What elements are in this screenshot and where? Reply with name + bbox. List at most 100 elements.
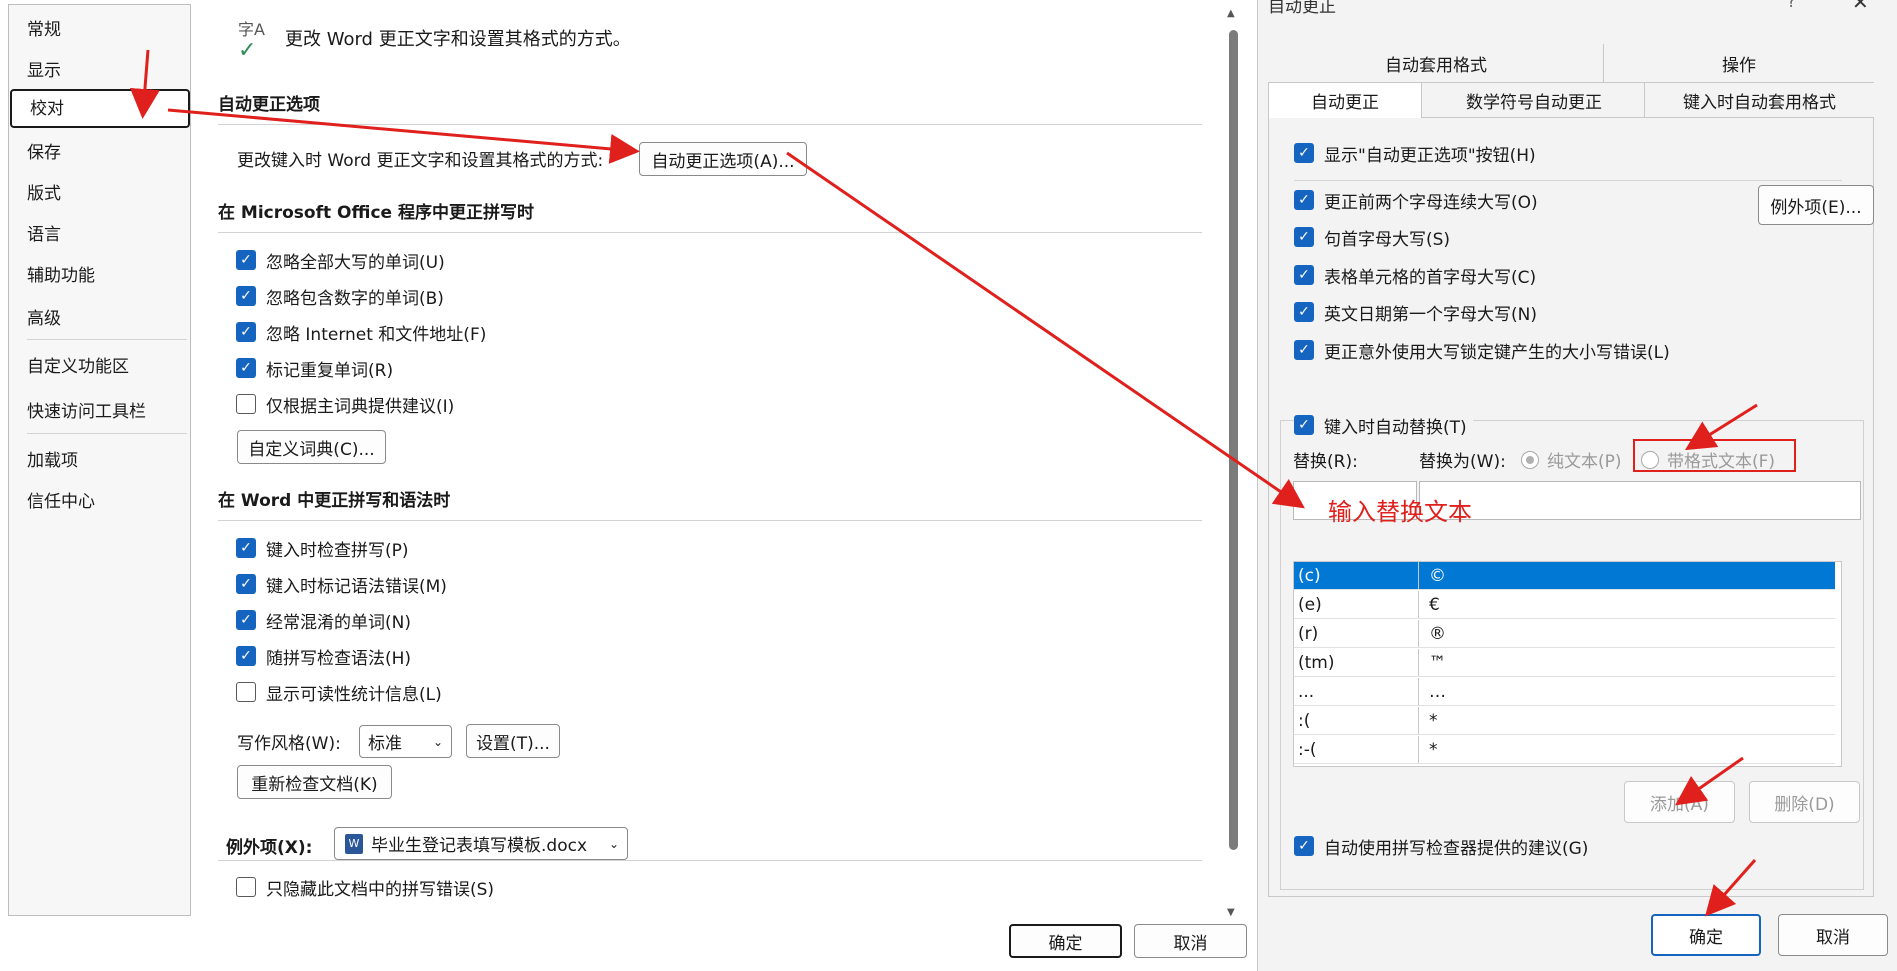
checkbox-replace-as-you-type[interactable]: ✓ 键入时自动替换(T) (1294, 413, 1473, 438)
dialog-title: 自动更正 (1268, 0, 1336, 17)
tab-autoformat[interactable]: 自动套用格式 (1270, 44, 1602, 82)
checkbox-main-dictionary-only[interactable]: 仅根据主词典提供建议(I) (236, 392, 454, 417)
writing-style-select[interactable]: 标准 ⌄ (359, 725, 452, 758)
table-row[interactable]: :(* (1294, 707, 1835, 735)
table-row[interactable]: :-(* (1294, 736, 1835, 764)
nav-item-proofing[interactable]: 校对 (10, 89, 190, 128)
nav-item-language[interactable]: 语言 (27, 220, 61, 245)
section-divider (218, 124, 1202, 125)
table-row[interactable]: (e) € (1294, 591, 1835, 619)
scrollbar-thumb[interactable] (1229, 30, 1238, 850)
table-cell-with: ™ (1429, 653, 1446, 673)
checkbox-readability-stats[interactable]: 显示可读性统计信息(L) (236, 680, 442, 705)
checkbox-label: 忽略全部大写的单词(U) (266, 252, 445, 273)
table-cell-replace: ... (1294, 678, 1419, 705)
table-row[interactable]: (c) © (1294, 562, 1835, 590)
checkbox-label: 忽略包含数字的单词(B) (266, 288, 444, 309)
autocorrect-section-title: 自动更正选项 (218, 95, 320, 115)
nav-item-layout[interactable]: 版式 (27, 179, 61, 204)
checkbox-capitalize-table-cells[interactable]: ✓ 表格单元格的首字母大写(C) (1294, 263, 1537, 288)
checkbox-flag-repeated[interactable]: ✓ 标记重复单词(R) (236, 356, 394, 381)
table-cell-with: € (1429, 595, 1440, 615)
table-cell-with: … (1429, 682, 1446, 702)
dialog-cancel-button[interactable]: 取消 (1778, 914, 1888, 956)
table-row[interactable]: (r) ® (1294, 620, 1835, 648)
recheck-document-button[interactable]: 重新检查文档(K) (237, 765, 392, 799)
checkbox-checked-icon: ✓ (1294, 415, 1314, 435)
checkbox-label: 随拼写检查语法(H) (266, 648, 412, 669)
replace-label: 替换(R): (1293, 452, 1358, 472)
autocorrect-exceptions-button[interactable]: 例外项(E)... (1758, 185, 1874, 225)
nav-item-trust-center[interactable]: 信任中心 (27, 487, 95, 512)
checkbox-checked-icon: ✓ (1294, 265, 1314, 285)
close-icon[interactable]: ✕ (1852, 0, 1869, 14)
nav-item-general[interactable]: 常规 (27, 15, 61, 40)
tab-autocorrect[interactable]: 自动更正 (1268, 82, 1422, 118)
nav-item-quick-access[interactable]: 快速访问工具栏 (27, 397, 146, 422)
checkbox-capitalize-days[interactable]: ✓ 英文日期第一个字母大写(N) (1294, 300, 1537, 325)
checkbox-unchecked-icon (236, 877, 256, 897)
checkbox-checked-icon: ✓ (1294, 143, 1314, 163)
checkbox-label: 更正意外使用大写锁定键产生的大小写错误(L) (1324, 342, 1670, 363)
delete-entry-button[interactable]: 删除(D) (1749, 781, 1860, 823)
checkmark-icon: ✓ (238, 38, 257, 63)
add-entry-button[interactable]: 添加(A) (1624, 781, 1735, 823)
checkbox-grammar-with-spelling[interactable]: ✓ 随拼写检查语法(H) (236, 644, 412, 669)
scroll-down-icon[interactable]: ▼ (1227, 907, 1235, 918)
nav-item-save[interactable]: 保存 (27, 138, 61, 163)
radio-formatted-text[interactable]: 带格式文本(F) (1641, 447, 1775, 472)
checkbox-check-spelling[interactable]: ✓ 键入时检查拼写(P) (236, 536, 409, 561)
nav-item-display[interactable]: 显示 (27, 56, 61, 81)
table-cell-with: * (1429, 711, 1438, 731)
nav-item-addins[interactable]: 加载项 (27, 446, 78, 471)
tab-actions[interactable]: 操作 (1604, 44, 1874, 82)
nav-item-accessibility[interactable]: 辅助功能 (27, 261, 95, 286)
checkbox-confused-words[interactable]: ✓ 经常混淆的单词(N) (236, 608, 411, 633)
radio-unselected-icon (1641, 450, 1659, 469)
checkbox-checked-icon: ✓ (236, 610, 256, 630)
checkbox-mark-grammar[interactable]: ✓ 键入时标记语法错误(M) (236, 572, 447, 597)
grammar-settings-button[interactable]: 设置(T)... (466, 724, 560, 758)
nav-divider (27, 339, 187, 340)
arrow-to-replace-input (786, 151, 1305, 509)
checkbox-hide-spelling-errors[interactable]: 只隐藏此文档中的拼写错误(S) (236, 875, 494, 900)
autocorrect-options-button[interactable]: 自动更正选项(A)... (639, 142, 807, 176)
nav-divider (27, 433, 187, 434)
scroll-up-icon[interactable]: ▲ (1227, 8, 1235, 19)
checkbox-two-initial-caps[interactable]: ✓ 更正前两个字母连续大写(O) (1294, 188, 1538, 213)
checkbox-spellchecker-suggestions[interactable]: ✓ 自动使用拼写检查器提供的建议(G) (1294, 834, 1589, 859)
checkbox-ignore-uppercase[interactable]: ✓ 忽略全部大写的单词(U) (236, 248, 445, 273)
options-ok-button[interactable]: 确定 (1009, 924, 1122, 958)
checkbox-show-autocorrect-button[interactable]: ✓ 显示"自动更正选项"按钮(H) (1294, 141, 1536, 166)
table-cell-replace: (r) (1294, 620, 1419, 647)
checkbox-unchecked-icon (236, 682, 256, 702)
custom-dictionaries-button[interactable]: 自定义词典(C)... (237, 430, 386, 464)
tab-autoformat-as-you-type[interactable]: 键入时自动套用格式 (1645, 82, 1874, 118)
checkbox-ignore-internet[interactable]: ✓ 忽略 Internet 和文件地址(F) (236, 320, 486, 345)
tab-math-autocorrect[interactable]: 数学符号自动更正 (1424, 82, 1644, 118)
chevron-down-icon: ⌄ (608, 836, 619, 851)
autocorrect-description: 更改键入时 Word 更正文字和设置其格式的方式: (237, 151, 604, 171)
autocorrect-header-icon: 字A ✓ (238, 20, 265, 63)
with-input[interactable] (1419, 481, 1861, 520)
checkbox-label: 表格单元格的首字母大写(C) (1324, 267, 1537, 288)
checkbox-label: 标记重复单词(R) (266, 360, 394, 381)
replacement-table[interactable]: (c) © (e) € (r) ® (tm) ™ ... … :(* :-(* (1293, 561, 1842, 767)
table-row[interactable]: ... … (1294, 678, 1835, 706)
table-row[interactable]: (tm) ™ (1294, 649, 1835, 677)
options-cancel-button[interactable]: 取消 (1134, 924, 1247, 958)
checkbox-capitalize-sentences[interactable]: ✓ 句首字母大写(S) (1294, 225, 1450, 250)
radio-selected-icon (1521, 450, 1539, 469)
checkbox-label: 键入时检查拼写(P) (266, 540, 409, 561)
nav-item-customize-ribbon[interactable]: 自定义功能区 (27, 352, 129, 377)
word-spelling-section-title: 在 Word 中更正拼写和语法时 (218, 491, 451, 511)
radio-plain-text[interactable]: 纯文本(P) (1521, 447, 1622, 472)
dialog-ok-button[interactable]: 确定 (1651, 914, 1761, 956)
checkbox-ignore-numbers[interactable]: ✓ 忽略包含数字的单词(B) (236, 284, 444, 309)
help-icon[interactable]: ? (1787, 0, 1796, 12)
checkbox-caps-lock-correction[interactable]: ✓ 更正意外使用大写锁定键产生的大小写错误(L) (1294, 338, 1670, 363)
nav-item-advanced[interactable]: 高级 (27, 304, 61, 329)
exceptions-document-select[interactable]: W 毕业生登记表填写模板.docx ⌄ (334, 827, 628, 860)
checkbox-label: 自动使用拼写检查器提供的建议(G) (1324, 838, 1589, 859)
with-label: 替换为(W): (1419, 452, 1506, 472)
